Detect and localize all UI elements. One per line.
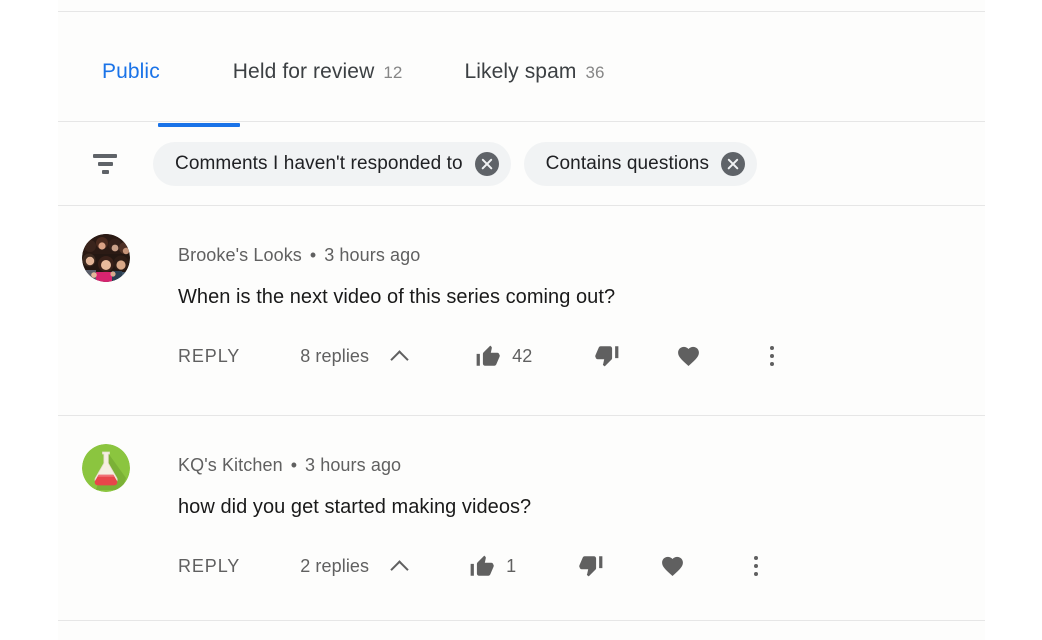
more-vertical-icon (761, 345, 783, 367)
filter-icon[interactable] (88, 147, 122, 181)
heart-button[interactable] (660, 554, 685, 579)
tab-held-for-review-label: Held for review (232, 60, 375, 83)
comment-body: KQ's Kitchen • 3 hours ago how did you g… (178, 416, 975, 579)
thumbs-up-icon (476, 345, 500, 366)
comments-page: Public Held for review 12 Likely spam 36 (0, 0, 1042, 640)
group-photo-avatar-image (82, 234, 130, 282)
dislike-button[interactable] (594, 343, 620, 369)
replies-count-label: 2 replies (300, 555, 370, 576)
comment-actions: REPLY 8 replies 42 (178, 343, 975, 369)
comment-timestamp: 3 hours ago (305, 455, 402, 475)
tab-held-for-review[interactable]: Held for review 12 (233, 60, 403, 84)
comment-author[interactable]: Brooke's Looks (178, 246, 302, 264)
tab-public[interactable]: Public (102, 60, 169, 84)
tabs-bar: Public Held for review 12 Likely spam 36 (58, 12, 985, 127)
tab-held-for-review-count: 12 (383, 63, 403, 82)
heart-icon (662, 556, 684, 576)
tab-public-label: Public (102, 60, 160, 83)
close-circle-icon[interactable] (474, 152, 499, 176)
tab-likely-spam[interactable]: Likely spam 36 (464, 60, 604, 84)
more-options-button[interactable] (761, 345, 783, 367)
replies-count-label: 8 replies (300, 345, 370, 366)
filter-chip-questions-label: Contains questions (545, 153, 710, 174)
comment-actions: REPLY 2 replies 1 (178, 553, 975, 579)
tab-likely-spam-count: 36 (585, 63, 605, 82)
tabs-row: Public Held for review 12 Likely spam 36 (58, 60, 605, 84)
comment-text: how did you get started making videos? (178, 496, 532, 518)
chevron-up-icon (391, 558, 407, 574)
meta-separator: • (309, 245, 317, 265)
reply-button[interactable]: REPLY (178, 556, 240, 577)
replies-toggle[interactable]: 8 replies (300, 346, 407, 367)
filter-chip-questions[interactable]: Contains questions (523, 142, 758, 186)
replies-toggle[interactable]: 2 replies (300, 556, 407, 577)
comment-item: Brooke's Looks • 3 hours ago When is the… (58, 206, 985, 415)
tab-likely-spam-label: Likely spam (464, 60, 577, 83)
comment-author[interactable]: KQ's Kitchen (178, 456, 283, 474)
comment-timestamp: 3 hours ago (324, 245, 421, 265)
like-button[interactable]: 1 (469, 553, 516, 579)
dislike-button[interactable] (578, 553, 604, 579)
avatar[interactable] (82, 444, 130, 492)
flask-avatar-image (82, 444, 130, 492)
more-vertical-icon (745, 555, 767, 577)
thumbs-down-icon (595, 346, 619, 367)
comment-meta: KQ's Kitchen • 3 hours ago (178, 416, 975, 474)
filter-chip-unresponded[interactable]: Comments I haven't responded to (153, 142, 511, 186)
comment-item: KQ's Kitchen • 3 hours ago how did you g… (58, 416, 985, 620)
reply-button[interactable]: REPLY (178, 346, 240, 367)
bottom-divider (58, 620, 985, 621)
like-button[interactable]: 42 (475, 343, 532, 369)
filter-chip-unresponded-label: Comments I haven't responded to (175, 153, 463, 174)
like-count: 1 (506, 555, 517, 576)
close-circle-icon[interactable] (721, 152, 746, 176)
tabs-bottom-divider (58, 121, 985, 122)
heart-button[interactable] (676, 344, 701, 369)
comment-body: Brooke's Looks • 3 hours ago When is the… (178, 206, 975, 369)
thumbs-up-icon (470, 555, 494, 576)
like-count: 42 (512, 345, 533, 366)
thumbs-down-icon (579, 556, 603, 577)
avatar[interactable] (82, 234, 130, 282)
heart-icon (678, 346, 700, 366)
meta-separator: • (290, 455, 297, 475)
chevron-up-icon (391, 348, 407, 364)
comment-meta: Brooke's Looks • 3 hours ago (178, 206, 975, 264)
comment-text: When is the next video of this series co… (178, 286, 616, 308)
more-options-button[interactable] (745, 555, 767, 577)
comments-panel: Public Held for review 12 Likely spam 36 (58, 0, 985, 640)
filter-bar: Comments I haven't responded to Contains… (58, 123, 985, 205)
